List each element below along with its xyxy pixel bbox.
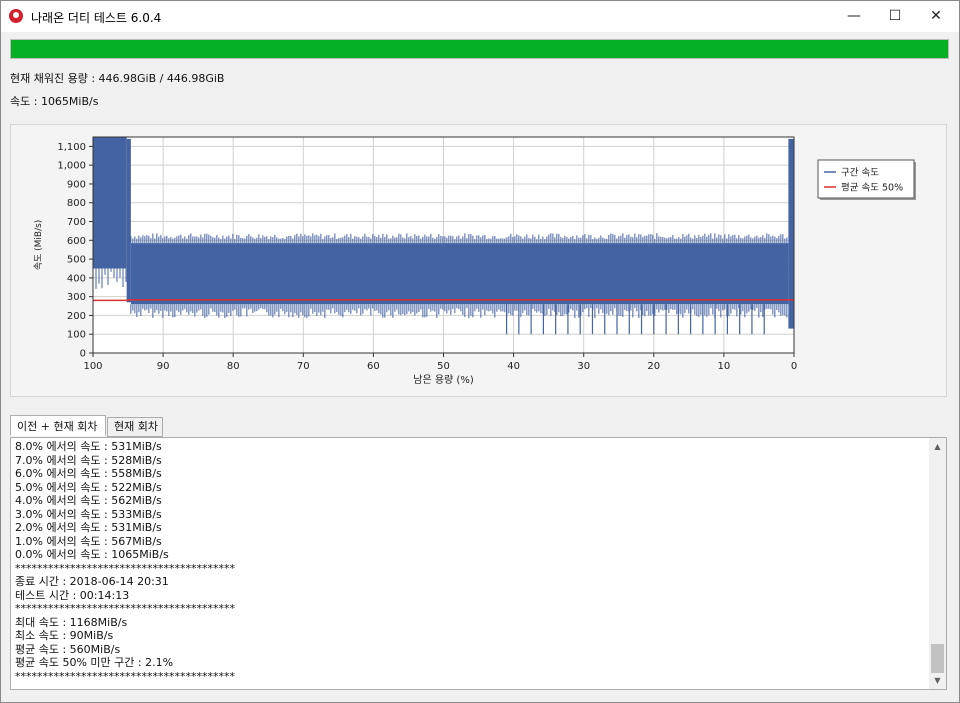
x-tick-label: 10 bbox=[718, 361, 731, 372]
x-tick-label: 50 bbox=[437, 361, 450, 372]
x-tick-label: 30 bbox=[577, 361, 590, 372]
log-line: 3.0% 에서의 속도 : 533MiB/s bbox=[15, 507, 162, 521]
log-line: 5.0% 에서의 속도 : 522MiB/s bbox=[15, 480, 162, 494]
minimize-button[interactable]: — bbox=[831, 1, 877, 32]
app-logo-icon bbox=[9, 9, 23, 23]
app-window: 나래온 더티 테스트 6.0.4 — ☐ ✕ 현재 채워진 용량 : 446.9… bbox=[0, 0, 960, 703]
log-line: **************************************** bbox=[15, 561, 235, 575]
maximize-button[interactable]: ☐ bbox=[872, 1, 918, 32]
y-tick-label: 500 bbox=[67, 255, 86, 266]
y-tick-label: 400 bbox=[67, 273, 86, 284]
log-line: 최소 속도 : 90MiB/s bbox=[15, 629, 114, 642]
x-tick-label: 40 bbox=[507, 361, 520, 372]
log-scrollbar[interactable]: ▲ ▼ bbox=[929, 438, 946, 689]
speed-label: 속도 : 1065MiB/s bbox=[10, 95, 99, 108]
y-tick-label: 300 bbox=[67, 292, 86, 303]
log-lines: 8.0% 에서의 속도 : 531MiB/s 7.0% 에서의 속도 : 528M… bbox=[15, 440, 925, 683]
tab-current[interactable]: 현재 회차 bbox=[107, 417, 163, 437]
legend-label: 평균 속도 50% bbox=[841, 183, 903, 194]
x-axis-title: 남은 용량 (%) bbox=[413, 374, 474, 386]
y-tick-label: 600 bbox=[67, 236, 86, 247]
y-tick-label: 1,100 bbox=[57, 142, 86, 153]
y-tick-label: 100 bbox=[67, 330, 86, 341]
x-tick-label: 20 bbox=[647, 361, 660, 372]
x-tick-label: 60 bbox=[367, 361, 380, 372]
log-line: 평균 속도 50% 미만 구간 : 2.1% bbox=[15, 656, 174, 669]
speed-series-band bbox=[126, 138, 131, 303]
log-line: 0.0% 에서의 속도 : 1065MiB/s bbox=[15, 548, 169, 561]
y-tick-label: 1,000 bbox=[57, 161, 86, 172]
filled-capacity-label: 현재 채워진 용량 : 446.98GiB / 446.98GiB bbox=[10, 72, 225, 85]
x-tick-label: 70 bbox=[297, 361, 310, 372]
log-line: **************************************** bbox=[15, 669, 235, 683]
tab-previous-and-current[interactable]: 이전 + 현재 회차 bbox=[10, 415, 106, 436]
speed-chart-panel: 100 90 80 70 60 50 40 30 20 10 0 0 100 200 300 400 500 60… bbox=[10, 124, 947, 397]
scroll-up-arrow-icon[interactable]: ▲ bbox=[929, 438, 946, 455]
log-line: 테스트 시간 : 00:14:13 bbox=[15, 588, 130, 602]
y-tick-label: 700 bbox=[67, 217, 86, 228]
scroll-down-arrow-icon[interactable]: ▼ bbox=[929, 672, 946, 689]
speed-chart: 100 90 80 70 60 50 40 30 20 10 0010020030040050060… bbox=[33, 136, 916, 386]
average-speed-line bbox=[93, 299, 794, 302]
log-line: **************************************** bbox=[15, 602, 235, 615]
log-line: 1.0% 에서의 속도 : 567MiB/s bbox=[15, 534, 162, 548]
log-line: 평균 속도 : 560MiB/s bbox=[15, 642, 121, 656]
log-line: 8.0% 에서의 속도 : 531MiB/s bbox=[15, 440, 162, 453]
y-tick-label: 200 bbox=[67, 311, 86, 322]
progress-fill bbox=[11, 40, 948, 58]
y-axis-title: 속도 (MiB/s) bbox=[33, 220, 44, 271]
log-textbox[interactable]: 8.0% 에서의 속도 : 531MiB/s 7.0% 에서의 속도 : 528M… bbox=[10, 437, 947, 690]
log-line: 2.0% 에서의 속도 : 531MiB/s bbox=[15, 521, 162, 534]
progress-bar bbox=[10, 39, 949, 59]
title-bar[interactable]: 나래온 더티 테스트 6.0.4 — ☐ ✕ bbox=[1, 1, 959, 32]
legend-label: 구간 속도 bbox=[841, 168, 879, 179]
log-line: 종료 시간 : 2018-06-14 20:31 bbox=[15, 575, 169, 588]
log-line: 4.0% 에서의 속도 : 562MiB/s bbox=[15, 494, 162, 507]
log-line: 6.0% 에서의 속도 : 558MiB/s bbox=[15, 467, 162, 480]
log-line: 7.0% 에서의 속도 : 528MiB/s bbox=[15, 453, 162, 467]
window-title: 나래온 더티 테스트 6.0.4 bbox=[31, 11, 162, 25]
x-tick-label: 90 bbox=[157, 361, 170, 372]
scroll-thumb[interactable] bbox=[931, 644, 944, 673]
y-tick-label: 900 bbox=[67, 179, 86, 190]
speed-series-band bbox=[93, 137, 127, 269]
x-tick-label: 80 bbox=[227, 361, 240, 372]
x-tick-label: 0 bbox=[791, 361, 797, 372]
x-tick-label: 100 bbox=[83, 361, 102, 372]
speed-series-band bbox=[130, 243, 789, 305]
log-line: 최대 속도 : 1168MiB/s bbox=[15, 615, 128, 629]
close-button[interactable]: ✕ bbox=[913, 1, 959, 32]
y-tick-label: 0 bbox=[80, 349, 86, 360]
y-tick-label: 800 bbox=[67, 198, 86, 209]
